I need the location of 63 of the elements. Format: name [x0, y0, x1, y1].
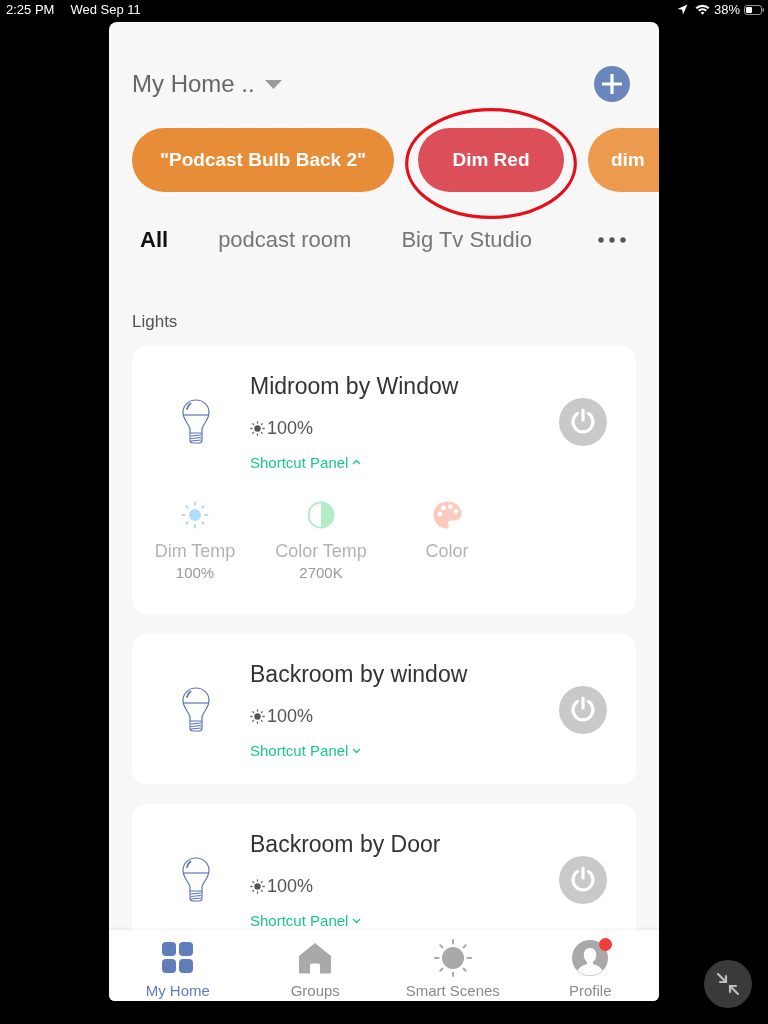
power-button[interactable]: [559, 685, 607, 734]
nav-tab[interactable]: My Home: [109, 930, 247, 1001]
device-card[interactable]: Backroom by window 100% Shortcut Panel: [132, 634, 636, 784]
add-button[interactable]: [594, 66, 630, 102]
device-name: Backroom by window: [250, 660, 468, 689]
shortcut-value: 2700K: [299, 564, 343, 582]
shortcut-panel-link[interactable]: Shortcut Panel: [250, 453, 362, 473]
grid-icon: [162, 942, 194, 973]
light-bulb-icon: [182, 399, 210, 444]
room-tab[interactable]: Big Tv Studio: [401, 227, 532, 253]
brightness-value: 100%: [267, 704, 314, 728]
power-icon: [570, 408, 596, 435]
home-title[interactable]: My Home ..: [132, 66, 255, 102]
power-icon: [570, 866, 596, 893]
chevron-down-icon: [352, 748, 362, 754]
nav-tab[interactable]: Profile: [521, 930, 659, 1001]
palette-icon: [432, 501, 462, 529]
shortcut-label[interactable]: Color Temp: [275, 540, 367, 562]
plus-icon: [602, 74, 622, 94]
wifi-icon: [694, 4, 710, 15]
nav-tab[interactable]: Groups: [246, 930, 384, 1001]
battery-percent: 38%: [713, 1, 740, 19]
brightness-value: 100%: [267, 874, 314, 898]
house-icon: [298, 942, 333, 974]
avatar-icon: [572, 940, 609, 976]
room-tab[interactable]: podcast room: [218, 227, 352, 253]
shortcut-value: 100%: [175, 564, 215, 582]
half-circle-icon: [307, 501, 335, 529]
floating-button[interactable]: [704, 960, 752, 1008]
brightness-icon: [250, 420, 265, 436]
brightness-icon: [250, 708, 265, 724]
scene-button[interactable]: dim: [587, 128, 659, 192]
brightness-value: 100%: [267, 416, 314, 440]
sun-icon: [433, 939, 472, 977]
section-title: Lights: [132, 312, 178, 332]
device-name: Midroom by Window: [250, 372, 459, 401]
status-time: 2:25 PM: [6, 1, 55, 19]
battery-icon: [744, 4, 764, 15]
shortcut-label[interactable]: Dim Temp: [154, 540, 236, 562]
device-name: Backroom by Door: [250, 830, 441, 859]
power-button[interactable]: [559, 397, 607, 446]
sun-icon: [181, 501, 209, 529]
caret-down-icon[interactable]: [264, 79, 282, 89]
status-date: Wed Sep 11: [70, 1, 141, 19]
device-card[interactable]: Midroom by Window 100% Shortcut Panel Dim Temp 100% Color Temp 2700K Color: [132, 346, 636, 614]
chevron-up-icon: [352, 458, 362, 465]
light-bulb-icon: [182, 687, 210, 732]
scene-button[interactable]: "Podcast Bulb Back 2": [132, 128, 394, 192]
shortcut-panel-link[interactable]: Shortcut Panel: [250, 741, 362, 761]
power-icon: [570, 696, 596, 723]
power-button[interactable]: [559, 855, 607, 904]
nav-tab[interactable]: Smart Scenes: [384, 930, 522, 1001]
device-card[interactable]: Backroom by Door 100% Shortcut Panel: [132, 804, 636, 930]
room-tab[interactable]: All: [140, 227, 169, 253]
collapse-arrows-icon: [716, 972, 740, 996]
chevron-down-icon: [352, 918, 362, 924]
location-arrow-icon: [676, 4, 688, 15]
more-icon[interactable]: [598, 237, 626, 243]
shortcut-label[interactable]: Color: [425, 540, 469, 562]
scene-button[interactable]: Dim Red: [417, 128, 564, 192]
light-bulb-icon: [182, 857, 210, 902]
brightness-icon: [250, 878, 265, 894]
shortcut-panel-link[interactable]: Shortcut Panel: [250, 911, 362, 930]
